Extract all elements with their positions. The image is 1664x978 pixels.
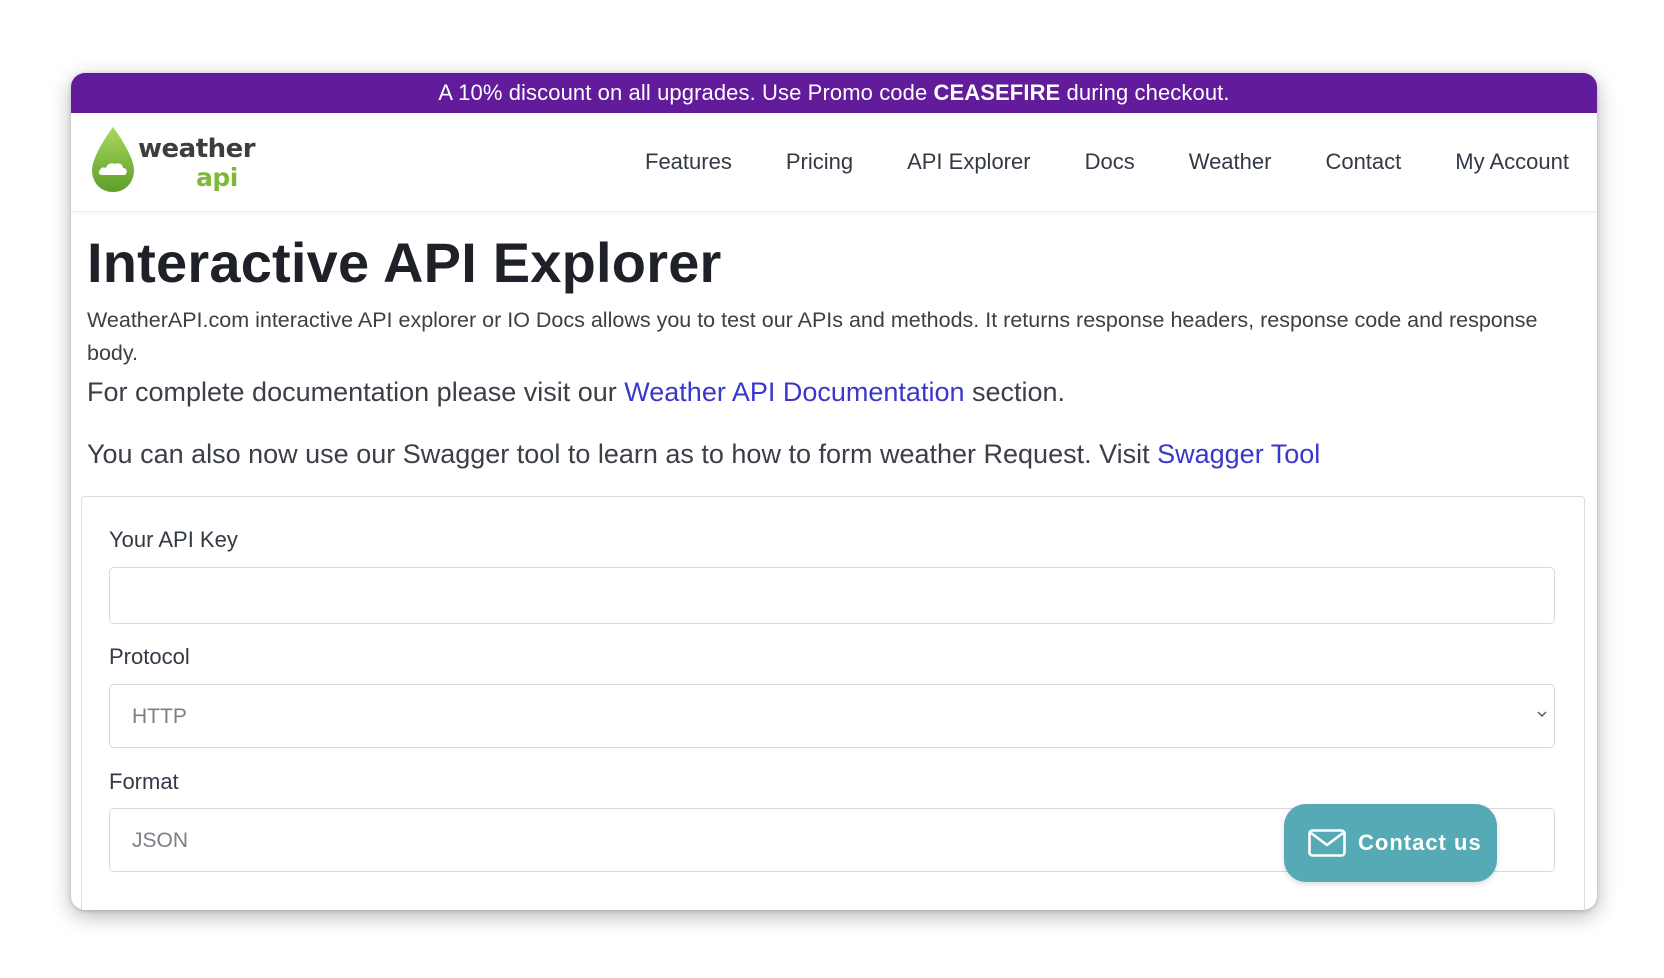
promo-code: CEASEFIRE [933, 80, 1061, 105]
promo-banner: A 10% discount on all upgrades. Use Prom… [71, 73, 1597, 113]
weatherapi-logo[interactable]: weather api [88, 125, 256, 197]
protocol-label: Protocol [109, 644, 190, 669]
promo-text-after: during checkout. [1060, 80, 1230, 105]
documentation-note: For complete documentation please visit … [87, 372, 1581, 412]
main-nav: Features Pricing API Explorer Docs Weath… [591, 113, 1569, 211]
contact-us-label: Contact us [1358, 830, 1482, 855]
doc-text-after: section. [964, 377, 1066, 407]
swagger-note: You can also now use our Swagger tool to… [87, 434, 1581, 474]
mail-icon [1308, 829, 1346, 857]
nav-docs[interactable]: Docs [1085, 149, 1135, 175]
nav-my-account[interactable]: My Account [1455, 149, 1569, 175]
protocol-select[interactable]: HTTP [109, 684, 1555, 748]
nav-contact[interactable]: Contact [1325, 149, 1401, 175]
navbar: weather api Features Pricing API Explore… [71, 113, 1597, 212]
format-selected-value: JSON [132, 829, 189, 852]
swagger-tool-link[interactable]: Swagger Tool [1157, 439, 1320, 469]
format-label: Format [109, 769, 179, 794]
nav-pricing[interactable]: Pricing [786, 149, 853, 175]
page-intro: WeatherAPI.com interactive API explorer … [87, 308, 1538, 365]
chevron-down-icon [1537, 711, 1547, 717]
weather-api-documentation-link[interactable]: Weather API Documentation [624, 377, 964, 407]
api-key-input[interactable] [109, 567, 1555, 624]
logo-word-api: api [196, 163, 238, 192]
nav-weather[interactable]: Weather [1189, 149, 1272, 175]
protocol-selected-value: HTTP [132, 705, 187, 728]
nav-features[interactable]: Features [645, 149, 732, 175]
page-title: Interactive API Explorer [87, 231, 722, 294]
main-content: Interactive API Explorer WeatherAPI.com … [71, 232, 1597, 474]
water-drop-cloud-icon [92, 127, 134, 192]
logo-word-weather: weather [138, 134, 256, 164]
doc-text-before: For complete documentation please visit … [87, 377, 625, 407]
swagger-text-before: You can also now use our Swagger tool to… [87, 439, 1158, 469]
promo-text-before: A 10% discount on all upgrades. Use Prom… [438, 80, 934, 105]
nav-api-explorer[interactable]: API Explorer [907, 149, 1031, 175]
api-key-label: Your API Key [109, 527, 238, 552]
contact-us-button[interactable]: Contact us [1284, 804, 1497, 882]
browser-window: A 10% discount on all upgrades. Use Prom… [71, 73, 1597, 910]
